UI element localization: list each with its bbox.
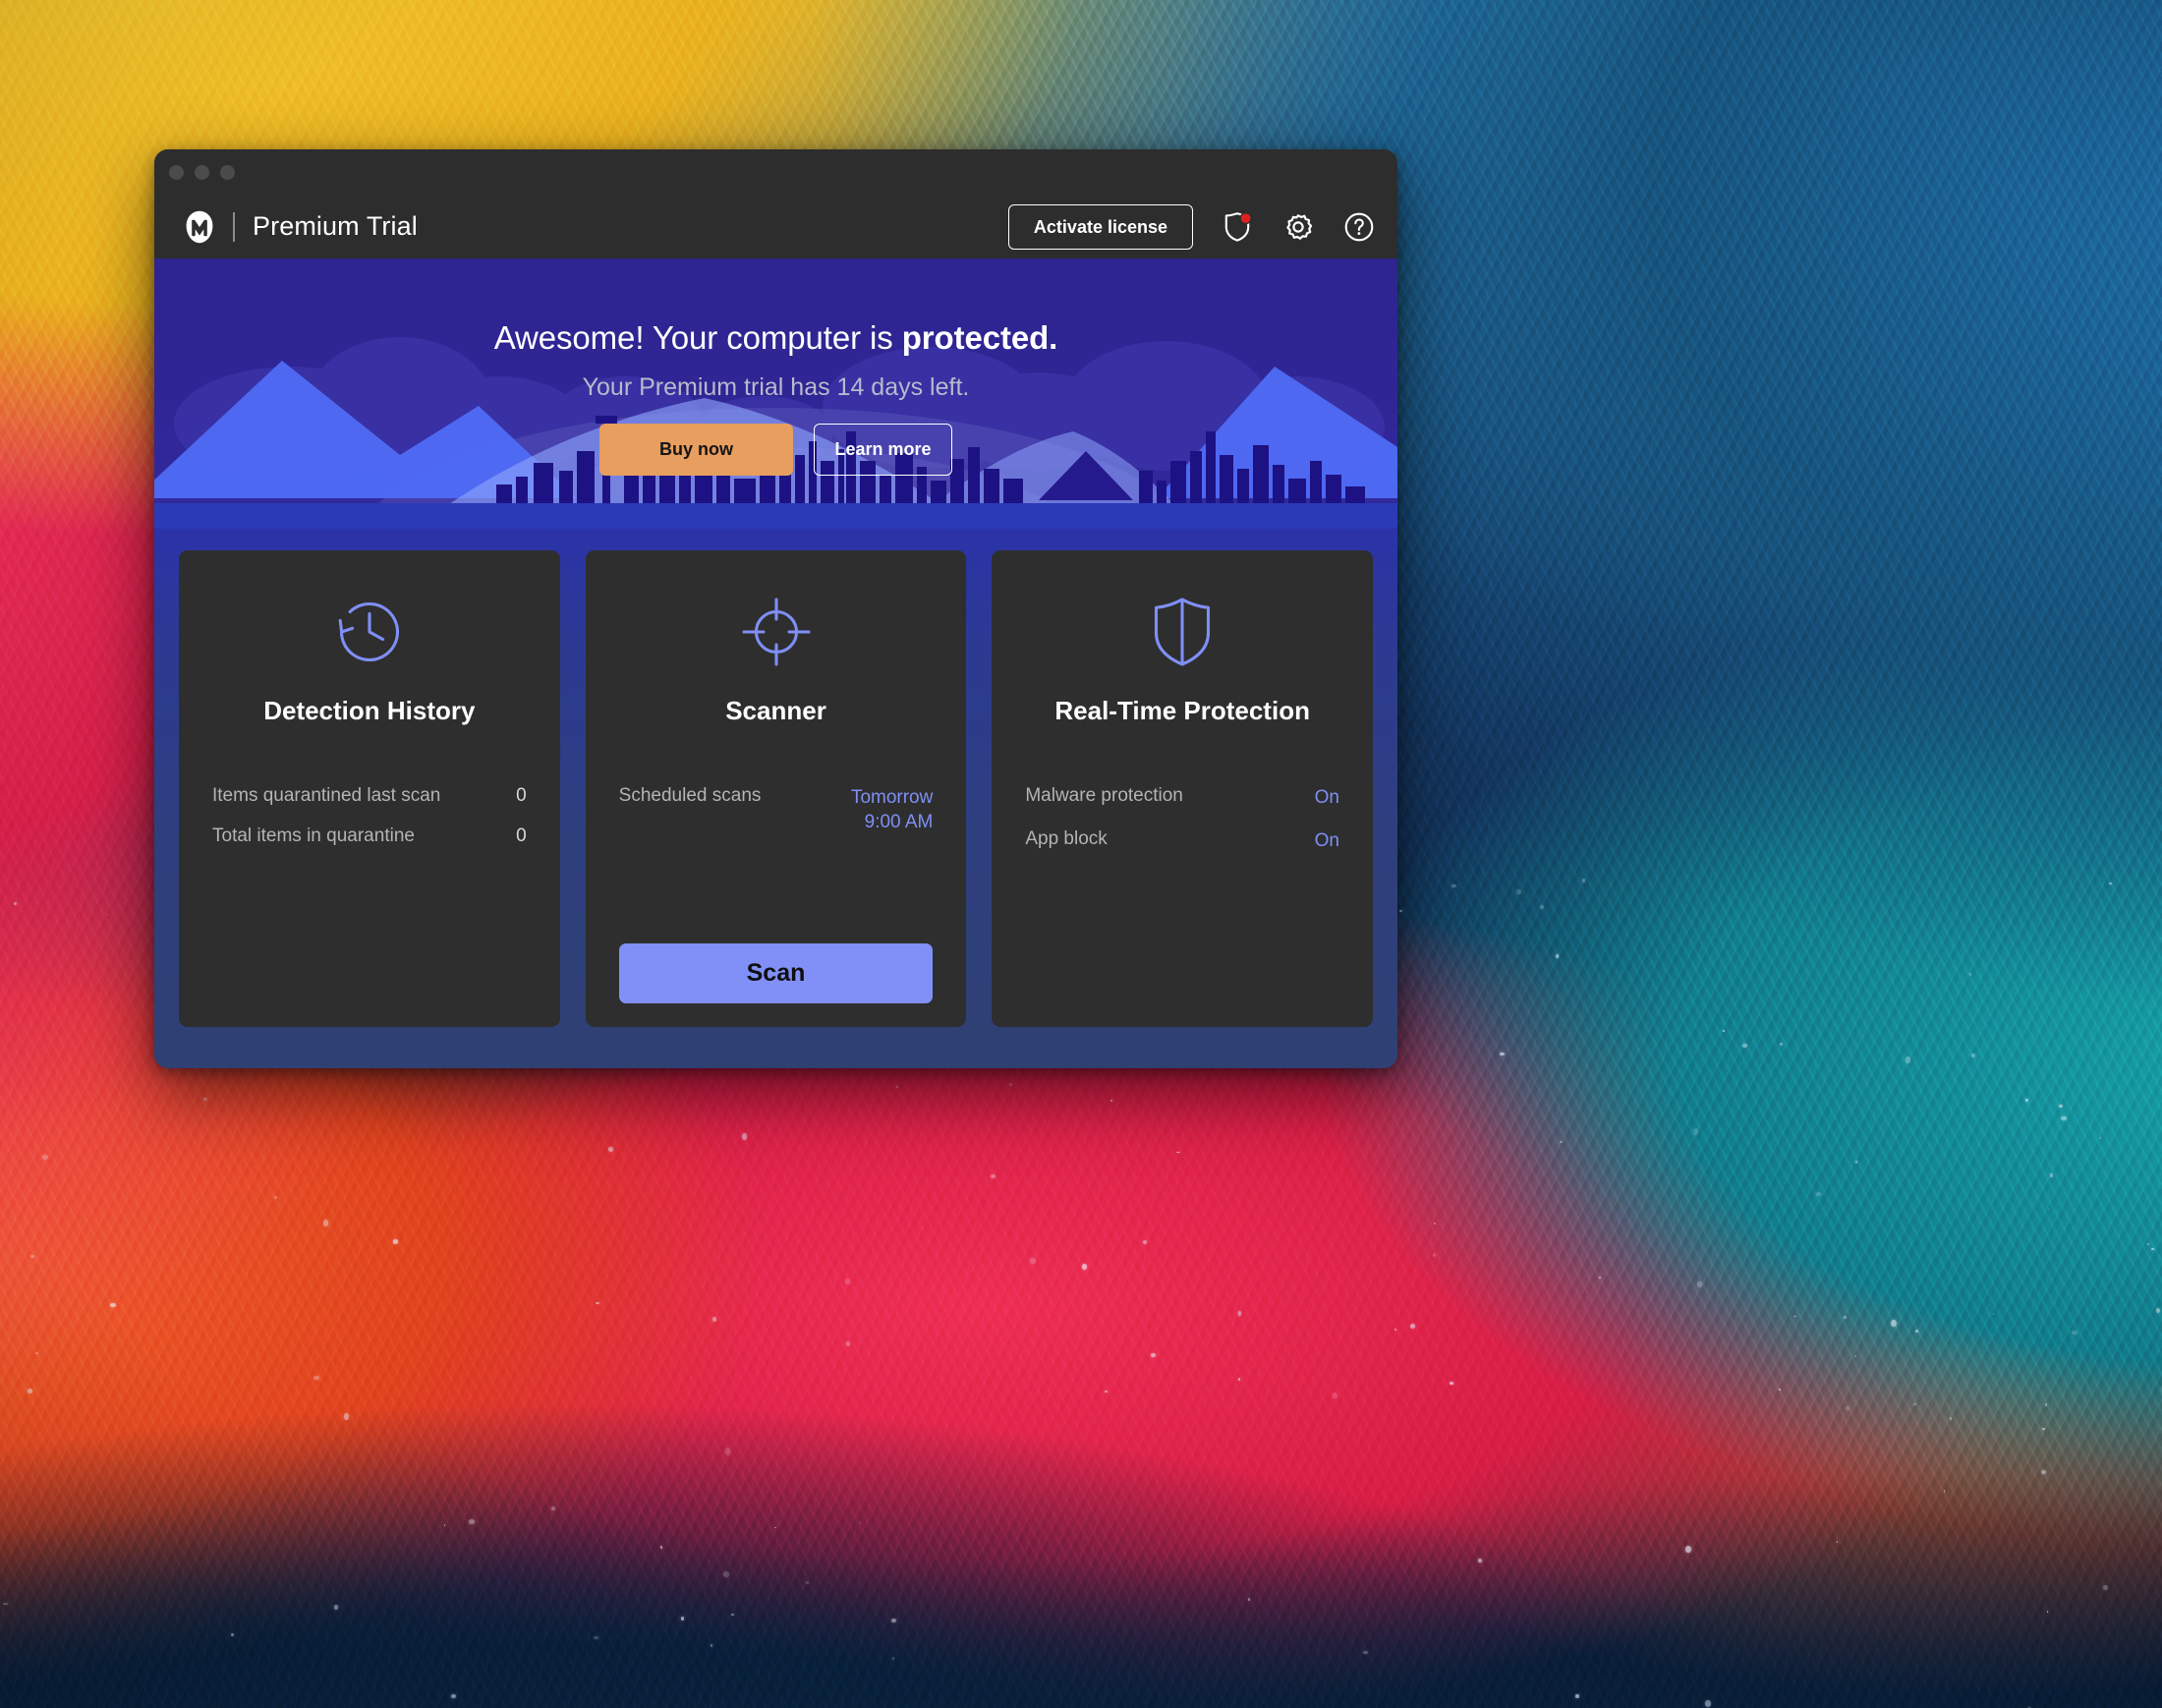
zoom-button[interactable] [220, 164, 235, 180]
stat-row: App block On [1025, 828, 1339, 853]
stat-row: Malware protection On [1025, 785, 1339, 810]
help-icon[interactable] [1342, 210, 1376, 244]
stat-label: Malware protection [1025, 785, 1183, 806]
stat-value: On [1314, 787, 1340, 808]
banner-subtitle: Your Premium trial has 14 days left. [582, 373, 970, 401]
stat-value: 0 [516, 826, 527, 846]
gear-icon[interactable] [1281, 210, 1315, 244]
learn-more-button[interactable]: Learn more [814, 424, 952, 476]
card-spacer [1025, 873, 1339, 1003]
card-spacer [212, 866, 527, 1003]
banner-buttons: Buy now Learn more [154, 424, 1397, 476]
activate-license-button[interactable]: Activate license [1007, 203, 1193, 250]
banner-content: Awesome! Your computer is protected. You… [154, 258, 1397, 476]
brand: Premium Trial [184, 210, 418, 244]
shield-notification-icon[interactable] [1221, 210, 1254, 244]
stat-value: 0 [516, 785, 527, 806]
stat-value: On [1314, 830, 1340, 852]
card-stats: Malware protection On App block On [1025, 785, 1339, 873]
card-title: Scanner [725, 696, 826, 725]
stat-row: Total items in quarantine 0 [212, 826, 527, 847]
brand-divider [233, 211, 235, 242]
header-actions: Activate license [1007, 203, 1376, 250]
stat-row: Scheduled scans Tomorrow 9:00 AM [619, 785, 934, 835]
close-button[interactable] [169, 164, 184, 180]
app-header: Premium Trial Activate license [154, 195, 1397, 258]
shield-icon [1025, 590, 1339, 674]
stat-label: Scheduled scans [618, 785, 762, 806]
app-title: Premium Trial [253, 211, 418, 241]
trial-banner: Awesome! Your computer is protected. You… [154, 258, 1397, 529]
window-titlebar[interactable] [154, 149, 1397, 195]
card-title: Real-Time Protection [1054, 696, 1310, 725]
banner-headline-bold: protected. [901, 319, 1058, 356]
crosshair-target-icon [619, 590, 934, 674]
card-detection-history[interactable]: Detection History Items quarantined last… [179, 550, 560, 1027]
clock-history-icon [212, 590, 527, 674]
stat-label: Total items in quarantine [212, 826, 415, 846]
card-real-time-protection[interactable]: Real-Time Protection Malware protection … [992, 550, 1374, 1027]
card-stats: Scheduled scans Tomorrow 9:00 AM [619, 785, 934, 854]
minimize-button[interactable] [195, 164, 209, 180]
malwarebytes-logo-icon [184, 210, 215, 244]
scan-button[interactable]: Scan [618, 943, 934, 1003]
malwarebytes-app-window: Premium Trial Activate license Awesome! … [154, 149, 1397, 1068]
stat-value: Tomorrow 9:00 AM [850, 787, 934, 833]
card-title: Detection History [263, 696, 476, 725]
dashboard-cards: Detection History Items quarantined last… [154, 529, 1397, 1068]
stat-label: App block [1025, 828, 1108, 850]
card-stats: Items quarantined last scan 0 Total item… [212, 785, 527, 866]
card-spacer [619, 854, 934, 936]
buy-now-button[interactable]: Buy now [599, 424, 793, 476]
card-scanner[interactable]: Scanner Scheduled scans Tomorrow 9:00 AM… [585, 550, 967, 1027]
stat-row: Items quarantined last scan 0 [212, 785, 527, 807]
stat-label: Items quarantined last scan [212, 785, 441, 806]
banner-headline: Awesome! Your computer is protected. [154, 319, 1397, 357]
banner-headline-prefix: Awesome! Your computer is [493, 319, 902, 356]
